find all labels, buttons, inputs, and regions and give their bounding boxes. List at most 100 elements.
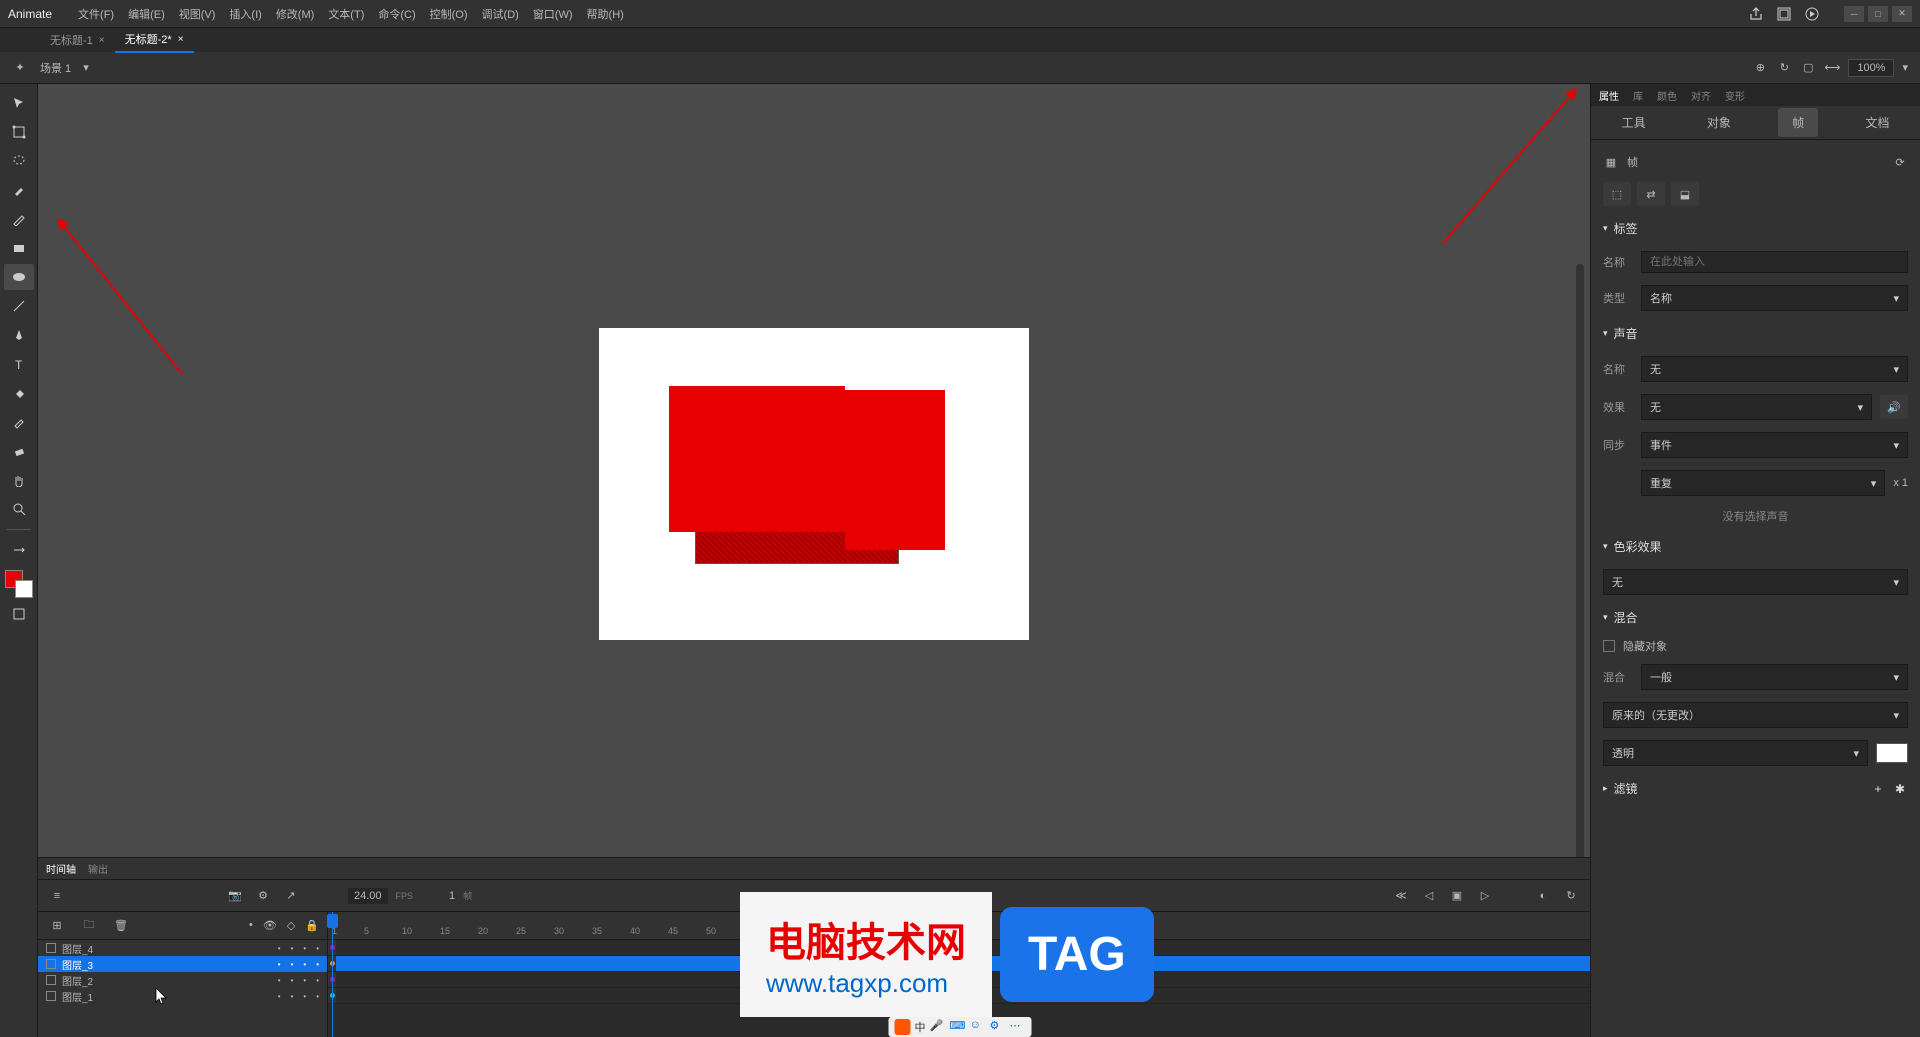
color-chips[interactable]	[5, 570, 33, 598]
blend-mode-select[interactable]: 一般▾	[1641, 664, 1908, 690]
menu-view[interactable]: 视图(V)	[173, 2, 222, 26]
label-name-input[interactable]	[1641, 251, 1908, 273]
shape-rect-3[interactable]	[845, 390, 945, 550]
hand-tool[interactable]	[4, 467, 34, 493]
brush-tool[interactable]	[4, 177, 34, 203]
sound-edit-button[interactable]: 🔊	[1880, 395, 1908, 419]
depth-icon[interactable]: ↗	[280, 886, 302, 906]
options-icon[interactable]	[4, 601, 34, 627]
go-first-icon[interactable]: ≪	[1390, 886, 1412, 906]
ime-toolbar[interactable]: 中 🎤 ⌨ ☺ ⚙ ⋯	[889, 1017, 1032, 1037]
text-tool[interactable]: T	[4, 351, 34, 377]
frame-number[interactable]: 1	[449, 890, 455, 902]
layers-icon[interactable]: ≡	[46, 886, 68, 906]
swap-colors-icon[interactable]	[4, 537, 34, 563]
new-folder-icon[interactable]: 🗀	[78, 916, 100, 936]
rectangle-tool[interactable]	[4, 235, 34, 261]
workspace-icon[interactable]	[1776, 6, 1792, 22]
line-tool[interactable]	[4, 293, 34, 319]
menu-debug[interactable]: 调试(D)	[476, 2, 525, 26]
eyedropper-tool[interactable]	[4, 409, 34, 435]
loop-icon[interactable]: ⟳	[1892, 154, 1908, 170]
panel-tab-library[interactable]: 库	[1633, 88, 1643, 103]
ime-mic-icon[interactable]: 🎤	[930, 1019, 946, 1035]
zoom-input[interactable]: 100%	[1848, 59, 1894, 77]
step-forward-icon[interactable]: ▷	[1474, 886, 1496, 906]
ime-more-icon[interactable]: ⋯	[1010, 1019, 1026, 1035]
layer-row-3[interactable]: 图层_3 ••••	[38, 956, 327, 972]
ime-icon[interactable]	[895, 1019, 911, 1035]
gear-icon[interactable]: ✱	[1892, 781, 1908, 797]
chevron-down-icon[interactable]: ▾	[1902, 61, 1908, 74]
lasso-tool[interactable]	[4, 148, 34, 174]
clip-icon[interactable]: ▢	[1800, 60, 1816, 76]
doc-tab-1[interactable]: 无标题-1 ×	[40, 28, 115, 52]
filter-section-header[interactable]: ▸ 滤镜 + ✱	[1603, 772, 1908, 805]
selection-tool[interactable]	[4, 90, 34, 116]
loop-icon[interactable]: ↻	[1560, 886, 1582, 906]
fps-value[interactable]: 24.00	[348, 888, 388, 904]
oval-tool[interactable]	[4, 264, 34, 290]
paint-bucket-tool[interactable]	[4, 380, 34, 406]
color-section-header[interactable]: ▾ 色彩效果	[1603, 530, 1908, 563]
menu-help[interactable]: 帮助(H)	[581, 2, 630, 26]
scene-icon[interactable]: ✦	[12, 60, 28, 76]
share-icon[interactable]	[1748, 6, 1764, 22]
layer-row-4[interactable]: 图层_4 ••••	[38, 940, 327, 956]
highlight-icon[interactable]: •	[249, 919, 253, 932]
delete-layer-icon[interactable]: 🗑	[110, 916, 132, 936]
maximize-button[interactable]: □	[1868, 6, 1888, 22]
play-icon[interactable]	[1804, 6, 1820, 22]
close-button[interactable]: ✕	[1892, 6, 1912, 22]
panel-tab-color[interactable]: 颜色	[1657, 88, 1677, 103]
output-tab[interactable]: 输出	[88, 861, 108, 876]
sound-effect-select[interactable]: 无▾	[1641, 394, 1872, 420]
tween-btn-1[interactable]: ⬚	[1603, 182, 1631, 206]
free-transform-tool[interactable]	[4, 119, 34, 145]
zoom-tool[interactable]	[4, 496, 34, 522]
layer-row-1[interactable]: 图层_1 ••••	[38, 988, 327, 1004]
label-type-select[interactable]: 名称▾	[1641, 285, 1908, 311]
hide-object-checkbox[interactable]	[1603, 640, 1615, 652]
sound-repeat-select[interactable]: 重复▾	[1641, 470, 1885, 496]
subtab-tool[interactable]: 工具	[1608, 108, 1660, 137]
color-swatch[interactable]	[1876, 743, 1908, 763]
shape-rect-1[interactable]	[669, 386, 845, 532]
menu-modify[interactable]: 修改(M)	[270, 2, 321, 26]
panel-tab-align[interactable]: 对齐	[1691, 88, 1711, 103]
tween-btn-2[interactable]: ⇄	[1637, 182, 1665, 206]
onion-skin-icon[interactable]: ◐	[1532, 886, 1554, 906]
sound-section-header[interactable]: ▾ 声音	[1603, 317, 1908, 350]
step-back-icon[interactable]: ◁	[1418, 886, 1440, 906]
transparent-select[interactable]: 透明▾	[1603, 740, 1868, 766]
menu-window[interactable]: 窗口(W)	[527, 2, 579, 26]
fit-icon[interactable]: ⟷	[1824, 60, 1840, 76]
timeline-tab[interactable]: 时间轴	[46, 861, 76, 876]
center-stage-icon[interactable]: ⊕	[1752, 60, 1768, 76]
doc-tab-2[interactable]: 无标题-2* ×	[115, 27, 194, 53]
subtab-frame[interactable]: 帧	[1778, 108, 1818, 137]
stage[interactable]	[599, 328, 1029, 640]
color-effect-select[interactable]: 无▾	[1603, 569, 1908, 595]
rotate-icon[interactable]: ↻	[1776, 60, 1792, 76]
pencil-tool[interactable]	[4, 206, 34, 232]
playhead[interactable]	[332, 912, 333, 1037]
layer-row-2[interactable]: 图层_2 ••••	[38, 972, 327, 988]
panel-tab-transform[interactable]: 变形	[1725, 88, 1745, 103]
subtab-object[interactable]: 对象	[1693, 108, 1745, 137]
parent-icon[interactable]: ⚙	[252, 886, 274, 906]
ime-keyboard-icon[interactable]: ⌨	[950, 1019, 966, 1035]
pen-tool[interactable]	[4, 322, 34, 348]
menu-edit[interactable]: 编辑(E)	[122, 2, 171, 26]
chevron-down-icon[interactable]: ▾	[83, 61, 89, 74]
subtab-document[interactable]: 文档	[1851, 108, 1903, 137]
menu-file[interactable]: 文件(F)	[72, 2, 120, 26]
playhead-handle[interactable]	[327, 914, 338, 928]
ime-settings-icon[interactable]: ⚙	[990, 1019, 1006, 1035]
menu-text[interactable]: 文本(T)	[322, 2, 370, 26]
lock-icon[interactable]: 🔒	[305, 919, 319, 932]
sound-name-select[interactable]: 无▾	[1641, 356, 1908, 382]
minimize-button[interactable]: ─	[1844, 6, 1864, 22]
sound-sync-select[interactable]: 事件▾	[1641, 432, 1908, 458]
ime-emoji-icon[interactable]: ☺	[970, 1019, 986, 1035]
